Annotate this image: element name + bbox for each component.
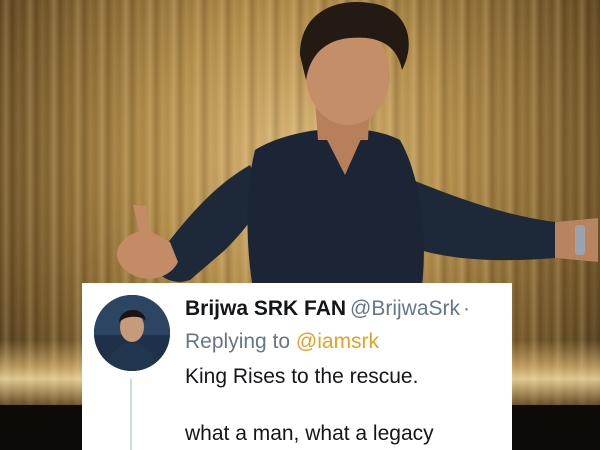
tweet-text-line-2: what a man, what a legacy (185, 422, 434, 445)
tweet-card[interactable]: Brijwa SRK FAN @BrijwaSrk · Replying to @i… (82, 283, 512, 450)
display-name[interactable]: Brijwa SRK FAN (185, 297, 346, 320)
avatar-image (94, 295, 170, 371)
reply-mention-link[interactable]: @iamsrk (296, 330, 379, 353)
separator-dot: · (463, 297, 471, 320)
thread-line (130, 379, 132, 450)
author-row: Brijwa SRK FAN @BrijwaSrk · (185, 296, 470, 322)
reply-prefix: Replying to (185, 330, 291, 353)
reply-context: Replying to @iamsrk (185, 329, 379, 355)
user-handle[interactable]: @BrijwaSrk (350, 297, 460, 320)
tweet-text-line-1: King Rises to the rescue. (185, 365, 419, 388)
avatar[interactable] (94, 295, 170, 371)
